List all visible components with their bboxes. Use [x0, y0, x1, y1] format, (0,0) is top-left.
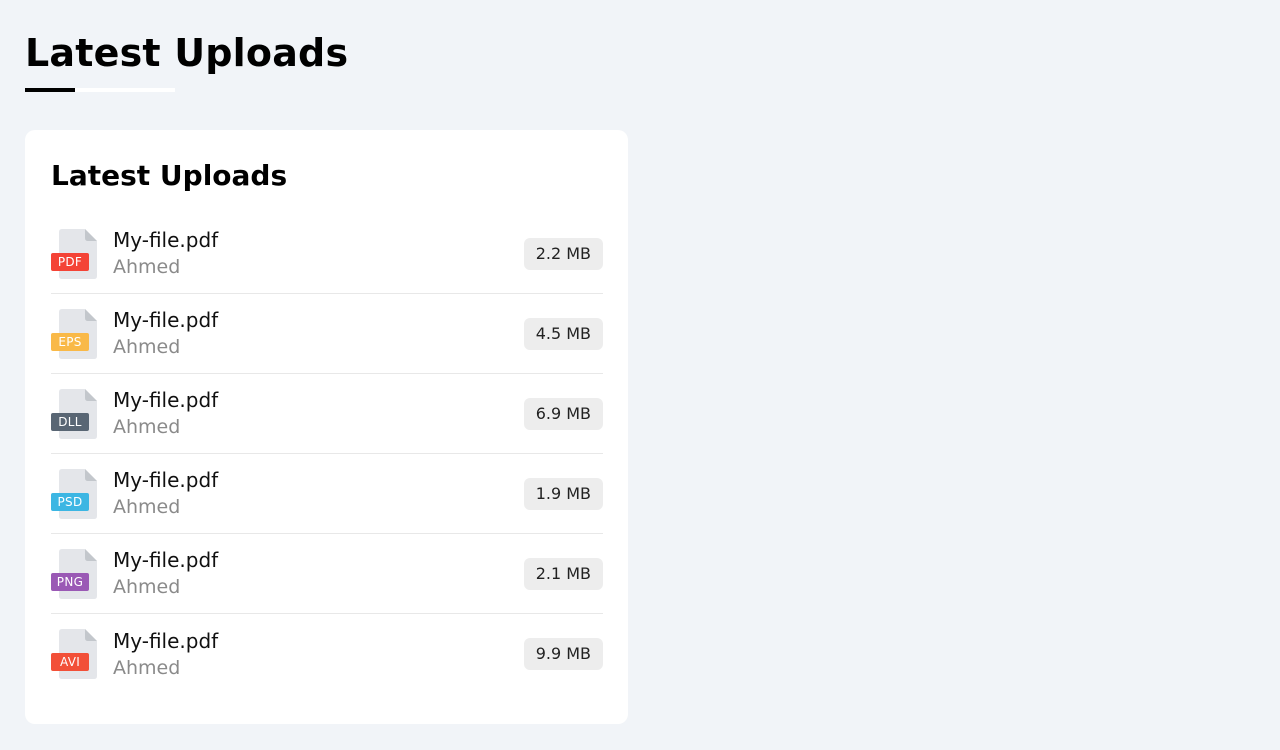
upload-row[interactable]: DLL My-file.pdf Ahmed 6.9 MB	[51, 374, 603, 454]
file-name[interactable]: My-file.pdf	[113, 387, 524, 413]
file-icon: EPS	[51, 308, 97, 359]
file-info: My-file.pdf Ahmed	[113, 628, 524, 681]
file-info: My-file.pdf Ahmed	[113, 307, 524, 360]
file-icon: AVI	[51, 629, 97, 679]
upload-row[interactable]: AVI My-file.pdf Ahmed 9.9 MB	[51, 614, 603, 694]
file-info: My-file.pdf Ahmed	[113, 387, 524, 440]
upload-row[interactable]: PSD My-file.pdf Ahmed 1.9 MB	[51, 454, 603, 534]
file-name[interactable]: My-file.pdf	[113, 307, 524, 333]
file-owner: Ahmed	[113, 656, 181, 679]
file-name[interactable]: My-file.pdf	[113, 467, 524, 493]
file-size-badge: 1.9 MB	[523, 477, 603, 510]
file-owner: Ahmed	[113, 416, 181, 438]
file-size-badge: 2.1 MB	[523, 557, 603, 590]
file-name[interactable]: My-file.pdf	[113, 227, 524, 253]
title-underline	[25, 88, 175, 92]
file-extension-badge: PDF	[51, 252, 89, 271]
file-extension-badge: DLL	[51, 412, 89, 431]
file-info: My-file.pdf Ahmed	[113, 467, 524, 520]
file-owner: Ahmed	[113, 576, 181, 598]
file-owner: Ahmed	[113, 496, 181, 518]
file-extension-badge: AVI	[51, 653, 89, 671]
file-extension-badge: EPS	[51, 332, 89, 351]
upload-row[interactable]: PDF My-file.pdf Ahmed 2.2 MB	[51, 214, 603, 294]
upload-row[interactable]: PNG My-file.pdf Ahmed 2.1 MB	[51, 534, 603, 614]
file-size-badge: 9.9 MB	[523, 638, 603, 670]
title-underline-accent	[25, 88, 75, 92]
file-icon: PSD	[51, 468, 97, 519]
page-header: Latest Uploads	[25, 28, 348, 92]
file-icon: PDF	[51, 228, 97, 279]
file-info: My-file.pdf Ahmed	[113, 227, 524, 280]
card-title: Latest Uploads	[51, 159, 288, 192]
file-icon: DLL	[51, 388, 97, 439]
file-size-badge: 4.5 MB	[523, 317, 603, 350]
file-extension-badge: PSD	[51, 492, 89, 511]
file-owner: Ahmed	[113, 336, 181, 358]
upload-row[interactable]: EPS My-file.pdf Ahmed 4.5 MB	[51, 294, 603, 374]
file-size-badge: 2.2 MB	[523, 237, 603, 270]
page-title: Latest Uploads	[25, 31, 349, 75]
file-size-badge: 6.9 MB	[523, 397, 603, 430]
file-owner: Ahmed	[113, 256, 181, 278]
latest-uploads-card: Latest Uploads PDF My-file.pdf Ahmed 2.2 MB…	[25, 130, 628, 724]
file-name[interactable]: My-file.pdf	[113, 628, 524, 654]
file-name[interactable]: My-file.pdf	[113, 547, 524, 573]
file-info: My-file.pdf Ahmed	[113, 547, 524, 600]
file-icon: PNG	[51, 548, 97, 599]
upload-list: PDF My-file.pdf Ahmed 2.2 MB EPS My-file.pdf A…	[51, 214, 603, 694]
file-extension-badge: PNG	[51, 572, 89, 591]
